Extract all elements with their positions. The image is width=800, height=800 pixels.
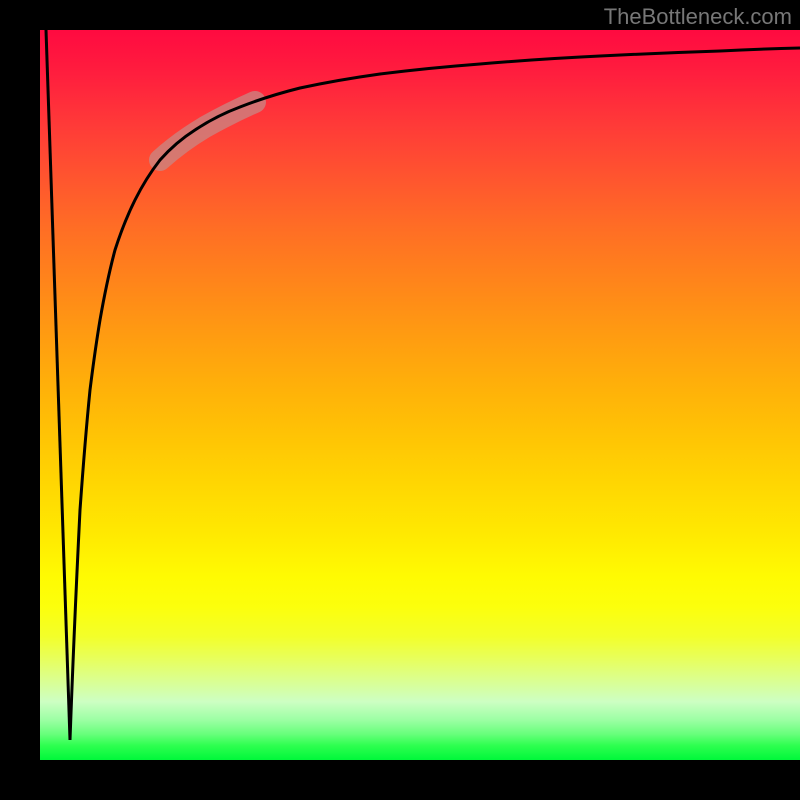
highlight-capsule bbox=[160, 102, 255, 160]
descending-line bbox=[46, 30, 70, 740]
chart-frame bbox=[0, 0, 800, 800]
curve-layer bbox=[40, 30, 800, 760]
watermark-text: TheBottleneck.com bbox=[604, 4, 792, 30]
plot-area bbox=[40, 30, 800, 760]
